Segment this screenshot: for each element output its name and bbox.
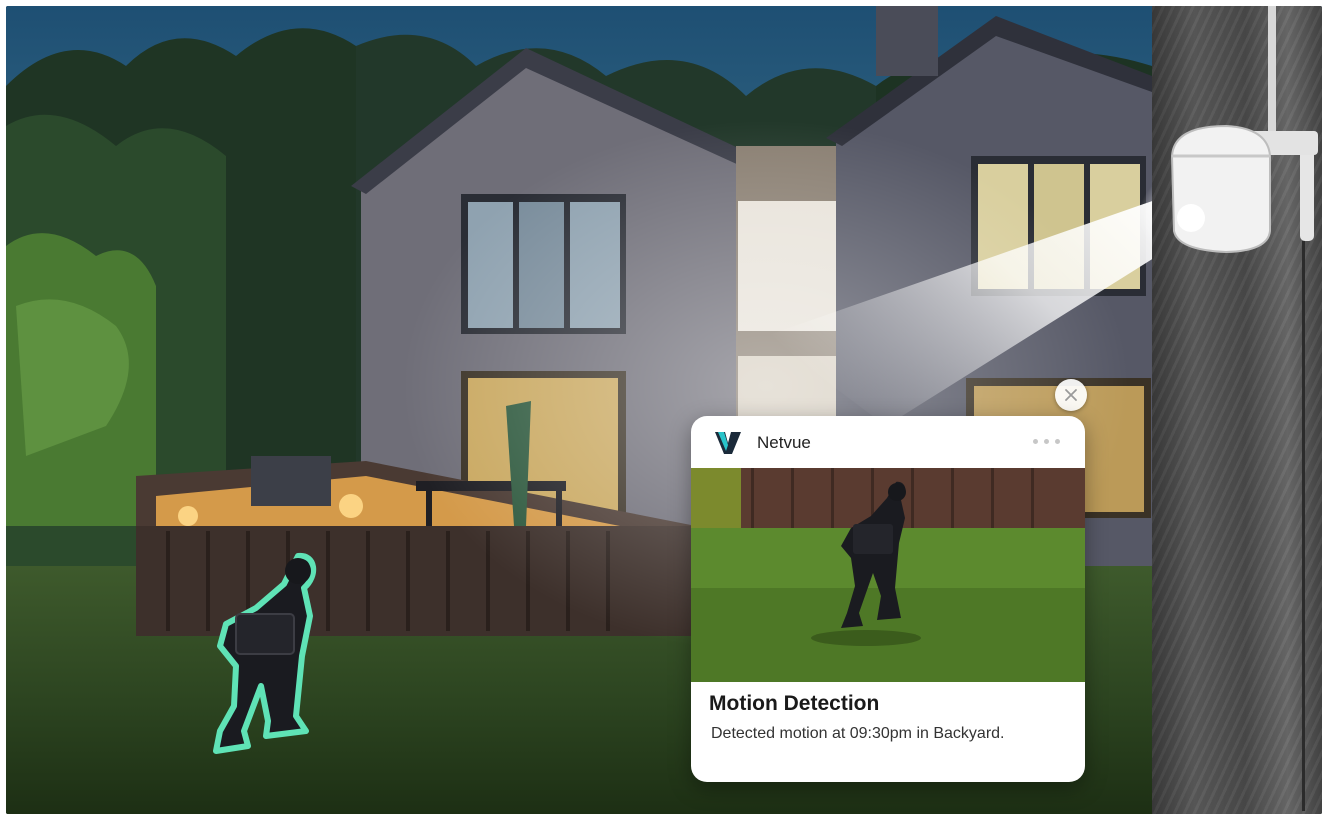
notification-message: Detected motion at 09:30pm in Backyard. xyxy=(711,725,1005,742)
notification-title: Motion Detection xyxy=(709,692,880,715)
close-button[interactable] xyxy=(1055,379,1087,411)
netvue-logo-icon xyxy=(715,432,741,454)
detected-person-outline xyxy=(213,552,316,754)
security-camera-icon xyxy=(1170,6,1318,811)
camera-snapshot[interactable] xyxy=(691,468,1085,682)
scene-image: Netvue Motion Detection Detected motion … xyxy=(6,6,1322,814)
motion-notification-card[interactable]: Netvue Motion Detection Detected motion … xyxy=(691,416,1085,782)
notification-header: Netvue xyxy=(691,416,1085,468)
close-icon xyxy=(1065,389,1077,401)
more-options-icon[interactable] xyxy=(1033,434,1063,448)
app-name: Netvue xyxy=(757,433,811,452)
